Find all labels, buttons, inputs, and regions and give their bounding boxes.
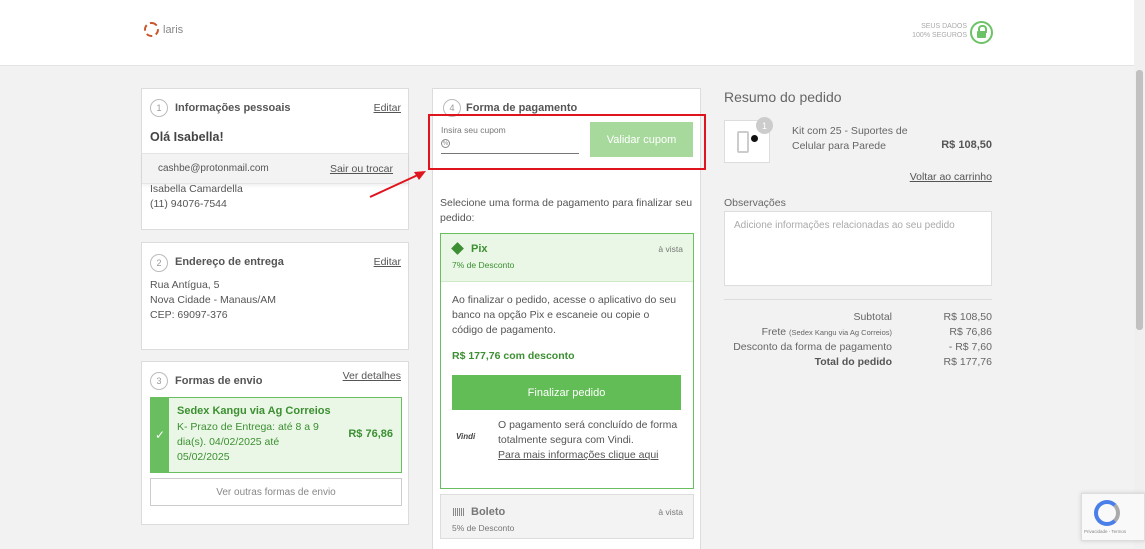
- boleto-discount: 5% de Desconto: [452, 523, 515, 533]
- page-scrollbar[interactable]: [1134, 0, 1145, 549]
- pix-instructions: Ao finalizar o pedido, acesse o aplicati…: [452, 294, 677, 336]
- user-phone: (11) 94076-7544: [150, 198, 227, 210]
- greeting: Olá Isabella!: [150, 130, 224, 144]
- check-icon: ✓: [151, 398, 169, 472]
- shipping-value: R$ 76,86: [949, 326, 992, 338]
- user-email: cashbe@protonmail.com: [158, 163, 269, 174]
- step-title: Forma de pagamento: [466, 102, 578, 114]
- order-summary-title: Resumo do pedido: [724, 89, 842, 105]
- shipping-option-name: Sedex Kangu via Ag Correios: [177, 405, 331, 417]
- pix-name: Pix: [471, 243, 488, 255]
- pix-price: R$ 177,76 com desconto: [452, 350, 575, 362]
- personal-info-card: 1 Informações pessoais Editar Olá Isabel…: [141, 88, 409, 230]
- payment-option-boleto[interactable]: Boleto 5% de Desconto à vista: [440, 494, 694, 539]
- step-title: Formas de envio: [175, 375, 263, 387]
- total-label: Total do pedido: [814, 356, 892, 368]
- top-header: laris SEUS DADOS 100% SEGUROS: [0, 0, 1145, 66]
- boleto-name: Boleto: [471, 506, 506, 518]
- pix-discount: 7% de Desconto: [452, 260, 515, 270]
- secure-badge-text: SEUS DADOS 100% SEGUROS: [912, 23, 967, 39]
- delivery-address-card: 2 Endereço de entrega Editar Rua Antígua…: [141, 242, 409, 350]
- step-number: 2: [150, 254, 168, 272]
- vindi-logo: Vindi: [456, 432, 476, 441]
- shipping-label: Frete (Sedex Kangu via Ag Correios): [761, 326, 892, 338]
- vindi-info: O pagamento será concluído de forma tota…: [498, 419, 678, 461]
- shipping-option-desc: K- Prazo de Entrega: até 8 a 9 dia(s). 0…: [177, 421, 319, 463]
- total-value: R$ 177,76: [943, 356, 992, 368]
- step-title: Informações pessoais: [175, 102, 291, 114]
- logo-ring-icon: [144, 22, 159, 37]
- other-shipping-button[interactable]: Ver outras formas de envio: [150, 478, 402, 506]
- lock-icon: [970, 21, 993, 44]
- payment-option-pix[interactable]: Pix 7% de Desconto à vista Ao finalizar …: [440, 233, 694, 489]
- recaptcha-badge[interactable]: Privacidade - Termos: [1081, 493, 1145, 541]
- observations-label: Observações: [724, 197, 786, 209]
- observations-textarea[interactable]: [724, 211, 992, 286]
- product-price: R$ 108,50: [941, 139, 992, 151]
- finish-order-button[interactable]: Finalizar pedido: [452, 375, 681, 410]
- shipping-details-link[interactable]: Ver detalhes: [343, 370, 401, 382]
- coupon-highlight-box: [428, 114, 706, 170]
- address-line: Nova Cidade - Manaus/AM: [150, 294, 277, 306]
- select-payment-text: Selecione uma forma de pagamento para fi…: [440, 197, 693, 224]
- user-name: Isabella Camardella: [150, 183, 243, 195]
- address-zip: CEP: 69097-376: [150, 309, 228, 321]
- brand-logo[interactable]: laris: [144, 22, 183, 37]
- divider: [724, 299, 992, 300]
- logo-text: laris: [163, 23, 184, 36]
- discount-label: Desconto da forma de pagamento: [733, 341, 892, 353]
- pix-avista: à vista: [658, 244, 683, 254]
- subtotal-label: Subtotal: [853, 311, 892, 323]
- step-number: 1: [150, 99, 168, 117]
- pix-icon: [451, 242, 464, 255]
- address-line: Rua Antígua, 5: [150, 279, 220, 291]
- recaptcha-icon: [1094, 500, 1120, 526]
- scrollbar-thumb[interactable]: [1136, 70, 1143, 330]
- edit-personal-link[interactable]: Editar: [374, 102, 401, 114]
- vindi-more-info-link[interactable]: Para mais informações clique aqui: [498, 449, 659, 461]
- discount-value: - R$ 7,60: [948, 341, 992, 353]
- step-number: 3: [150, 372, 168, 390]
- barcode-icon: [453, 508, 464, 516]
- subtotal-value: R$ 108,50: [943, 311, 992, 323]
- product-quantity-badge: 1: [756, 117, 773, 134]
- step-title: Endereço de entrega: [175, 256, 284, 268]
- back-to-cart-link[interactable]: Voltar ao carrinho: [910, 171, 992, 183]
- boleto-avista: à vista: [658, 507, 683, 517]
- shipping-option-price: R$ 76,86: [348, 428, 393, 440]
- recaptcha-links[interactable]: Privacidade - Termos: [1084, 529, 1126, 534]
- shipping-option-selected[interactable]: ✓ Sedex Kangu via Ag Correios K- Prazo d…: [150, 397, 402, 473]
- edit-address-link[interactable]: Editar: [374, 256, 401, 268]
- shipping-card: 3 Formas de envio Ver detalhes ✓ Sedex K…: [141, 361, 409, 525]
- pix-header[interactable]: Pix 7% de Desconto à vista: [441, 234, 693, 282]
- annotation-arrow-icon: [369, 171, 426, 198]
- product-name: Kit com 25 - Suportes de Celular para Pa…: [792, 125, 908, 152]
